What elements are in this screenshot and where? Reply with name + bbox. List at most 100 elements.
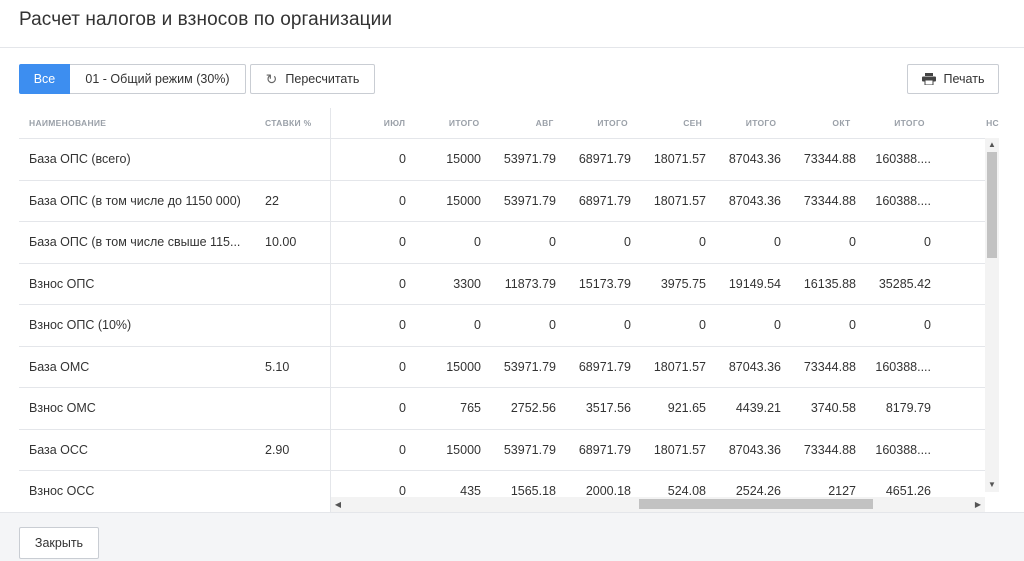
table-row[interactable]: 0 0 0 0 0 0 0 0: [331, 222, 999, 264]
row-value: 0: [399, 401, 406, 416]
row-rate: 5.10: [265, 359, 290, 374]
row-rate: 2.90: [265, 442, 290, 457]
printer-icon: [921, 73, 936, 85]
row-value: 160388....: [875, 359, 931, 374]
row-rate: 10.00: [265, 235, 297, 250]
page-title: Расчет налогов и взносов по организации: [19, 9, 393, 30]
row-value: 0: [924, 318, 931, 333]
row-value: 160388....: [875, 442, 931, 457]
table-header-row: НАИМЕНОВАНИЕ СТАВКИ %: [19, 108, 330, 139]
header-col: АВГ: [535, 118, 554, 128]
row-value: 0: [399, 235, 406, 250]
row-value: 11873.79: [504, 276, 556, 291]
row-value: 87043.36: [728, 359, 781, 374]
header-name: НАИМЕНОВАНИЕ: [29, 118, 107, 128]
row-value: 0: [849, 318, 856, 333]
row-value: 73344.88: [803, 442, 856, 457]
table-row[interactable]: База ОСС 2.90: [19, 430, 330, 471]
row-value: 18071.57: [653, 359, 706, 374]
table-row[interactable]: База ОПС (в том числе до 1150 000) 22: [19, 181, 330, 222]
scroll-left-arrow[interactable]: ◀: [331, 497, 345, 512]
row-value: 0: [474, 318, 481, 333]
row-name: Взнос ОСС: [29, 484, 95, 499]
row-name: База ОПС (в том числе до 1150 000): [29, 193, 241, 208]
table-row[interactable]: База ОМС 5.10: [19, 347, 330, 388]
row-value: 73344.88: [803, 152, 856, 167]
row-value: 0: [399, 442, 406, 457]
row-value: 0: [624, 318, 631, 333]
filter-all-button[interactable]: Все: [19, 64, 70, 94]
row-value: 87043.36: [728, 442, 781, 457]
row-value: 0: [549, 318, 556, 333]
row-value: 53971.79: [503, 193, 556, 208]
table-row[interactable]: 0 15000 53971.79 68971.79 18071.57 87043.36 73…: [331, 181, 999, 222]
footer: Закрыть: [0, 512, 1024, 561]
row-value: 3517.56: [585, 401, 631, 416]
scroll-up-arrow[interactable]: ▲: [985, 138, 999, 152]
table-row[interactable]: База ОПС (всего): [19, 139, 330, 181]
row-value: 0: [624, 235, 631, 250]
row-value: 53971.79: [503, 442, 556, 457]
row-value: 15173.79: [578, 276, 631, 291]
row-name: Взнос ОПС (10%): [29, 318, 132, 333]
table-row[interactable]: 0 765 2752.56 3517.56 921.65 4439.21 3740.58 81…: [331, 388, 999, 430]
close-button[interactable]: Закрыть: [19, 527, 99, 559]
row-value: 0: [699, 235, 706, 250]
row-value: 68971.79: [578, 442, 631, 457]
table-row[interactable]: База ОПС (в том числе свыше 115... 10.00: [19, 222, 330, 264]
row-value: 53971.79: [503, 359, 556, 374]
table-row[interactable]: 0 3300 11873.79 15173.79 3975.75 19149.54 1613…: [331, 264, 999, 305]
header-col: ИТОГО: [597, 118, 628, 128]
table-row[interactable]: Взнос ОПС: [19, 264, 330, 305]
table-row[interactable]: 0 0 0 0 0 0 0 0: [331, 305, 999, 347]
tax-mode-button[interactable]: 01 - Общий режим (30%): [70, 64, 246, 94]
row-value: 0: [924, 235, 931, 250]
row-value: 0: [849, 235, 856, 250]
row-value: 15000: [446, 442, 481, 457]
refresh-icon: ↻: [265, 70, 278, 87]
table-row[interactable]: Взнос ОМС: [19, 388, 330, 430]
row-value: 18071.57: [653, 442, 706, 457]
row-value: 0: [399, 152, 406, 167]
print-button[interactable]: Печать: [907, 64, 999, 94]
row-value: 18071.57: [653, 152, 706, 167]
row-value: 4439.21: [735, 401, 781, 416]
row-value: 0: [399, 318, 406, 333]
row-value: 3740.58: [810, 401, 856, 416]
table-row[interactable]: 0 15000 53971.79 68971.79 18071.57 87043.36 73…: [331, 347, 999, 388]
row-value: 921.65: [667, 401, 706, 416]
row-value: 160388....: [875, 152, 931, 167]
scroll-right-arrow[interactable]: ▶: [971, 497, 985, 512]
row-value: 73344.88: [803, 359, 856, 374]
row-value: 2752.56: [510, 401, 556, 416]
table-row[interactable]: 0 15000 53971.79 68971.79 18071.57 87043.36 73…: [331, 430, 999, 471]
row-value: 0: [399, 276, 406, 291]
row-value: 765: [460, 401, 481, 416]
table-row[interactable]: Взнос ОСС: [19, 471, 330, 512]
table-fixed-columns: НАИМЕНОВАНИЕ СТАВКИ % База ОПС (всего) Ба…: [19, 108, 331, 512]
row-value: 0: [474, 235, 481, 250]
recalculate-button[interactable]: ↻ Пересчитать: [250, 64, 375, 94]
table-row[interactable]: 0 15000 53971.79 68971.79 18071.57 87043.36 73…: [331, 139, 999, 181]
row-value: 68971.79: [578, 359, 631, 374]
horizontal-scrollbar[interactable]: ◀ ▶: [331, 497, 985, 512]
horizontal-scroll-thumb[interactable]: [639, 499, 873, 509]
row-value: 68971.79: [578, 193, 631, 208]
row-value: 87043.36: [728, 152, 781, 167]
row-value: 0: [774, 235, 781, 250]
row-value: 16135.88: [803, 276, 856, 291]
vertical-scroll-thumb[interactable]: [987, 152, 997, 258]
header-col: ИЮЛ: [383, 118, 406, 128]
table-row[interactable]: Взнос ОПС (10%): [19, 305, 330, 347]
row-name: Взнос ОПС: [29, 276, 95, 291]
vertical-scrollbar[interactable]: ▲ ▼: [985, 138, 999, 492]
header-divider: [0, 47, 1024, 48]
row-name: База ОПС (всего): [29, 152, 131, 167]
scroll-down-arrow[interactable]: ▼: [985, 478, 999, 492]
header-col: ИТОГО: [745, 118, 777, 128]
row-value: 19149.54: [728, 276, 781, 291]
row-value: 0: [399, 193, 406, 208]
recalculate-label: Пересчитать: [285, 72, 360, 86]
header-col: СЕН: [683, 118, 703, 128]
header-col: НС: [986, 118, 999, 128]
